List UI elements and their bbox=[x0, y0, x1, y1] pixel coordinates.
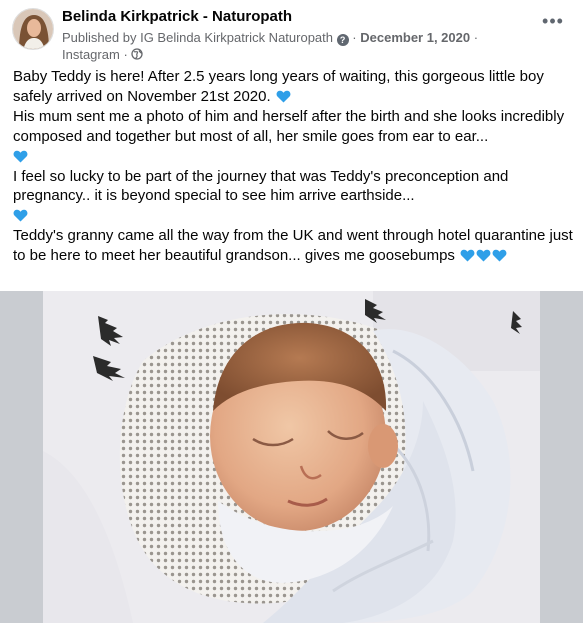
facebook-post: Belinda Kirkpatrick - Naturopath Publish… bbox=[0, 0, 583, 623]
author-avatar[interactable] bbox=[12, 8, 54, 50]
newborn-photo[interactable] bbox=[43, 291, 540, 623]
separator: · bbox=[352, 30, 357, 45]
globe-icon[interactable] bbox=[131, 47, 144, 60]
blue-heart-icon bbox=[476, 249, 491, 262]
author-name[interactable]: Belinda Kirkpatrick - Naturopath bbox=[62, 8, 292, 25]
more-options-button[interactable]: ••• bbox=[538, 12, 568, 36]
post-header: Belinda Kirkpatrick - Naturopath Publish… bbox=[0, 0, 583, 66]
post-meta: Published by IG Belinda Kirkpatrick Natu… bbox=[62, 29, 502, 63]
separator: · bbox=[123, 47, 128, 62]
post-date[interactable]: December 1, 2020 bbox=[360, 30, 470, 45]
paragraph-3: I feel so lucky to be part of the journe… bbox=[13, 167, 509, 205]
photo-frame bbox=[0, 291, 583, 623]
paragraph-2: His mum sent me a photo of him and herse… bbox=[13, 107, 565, 145]
separator: · bbox=[473, 30, 479, 45]
publisher-name[interactable]: IG Belinda Kirkpatrick Naturopath bbox=[140, 30, 333, 45]
post-source: Instagram bbox=[62, 47, 120, 62]
post-text: Baby Teddy is here! After 2.5 years long… bbox=[13, 67, 573, 266]
blue-heart-icon bbox=[460, 249, 475, 262]
blue-heart-icon bbox=[492, 249, 507, 262]
blue-heart-icon bbox=[276, 90, 291, 103]
blue-heart-icon bbox=[13, 150, 28, 163]
question-icon[interactable]: ? bbox=[336, 34, 349, 46]
blue-heart-icon bbox=[13, 210, 28, 222]
published-prefix: Published by bbox=[62, 30, 137, 45]
